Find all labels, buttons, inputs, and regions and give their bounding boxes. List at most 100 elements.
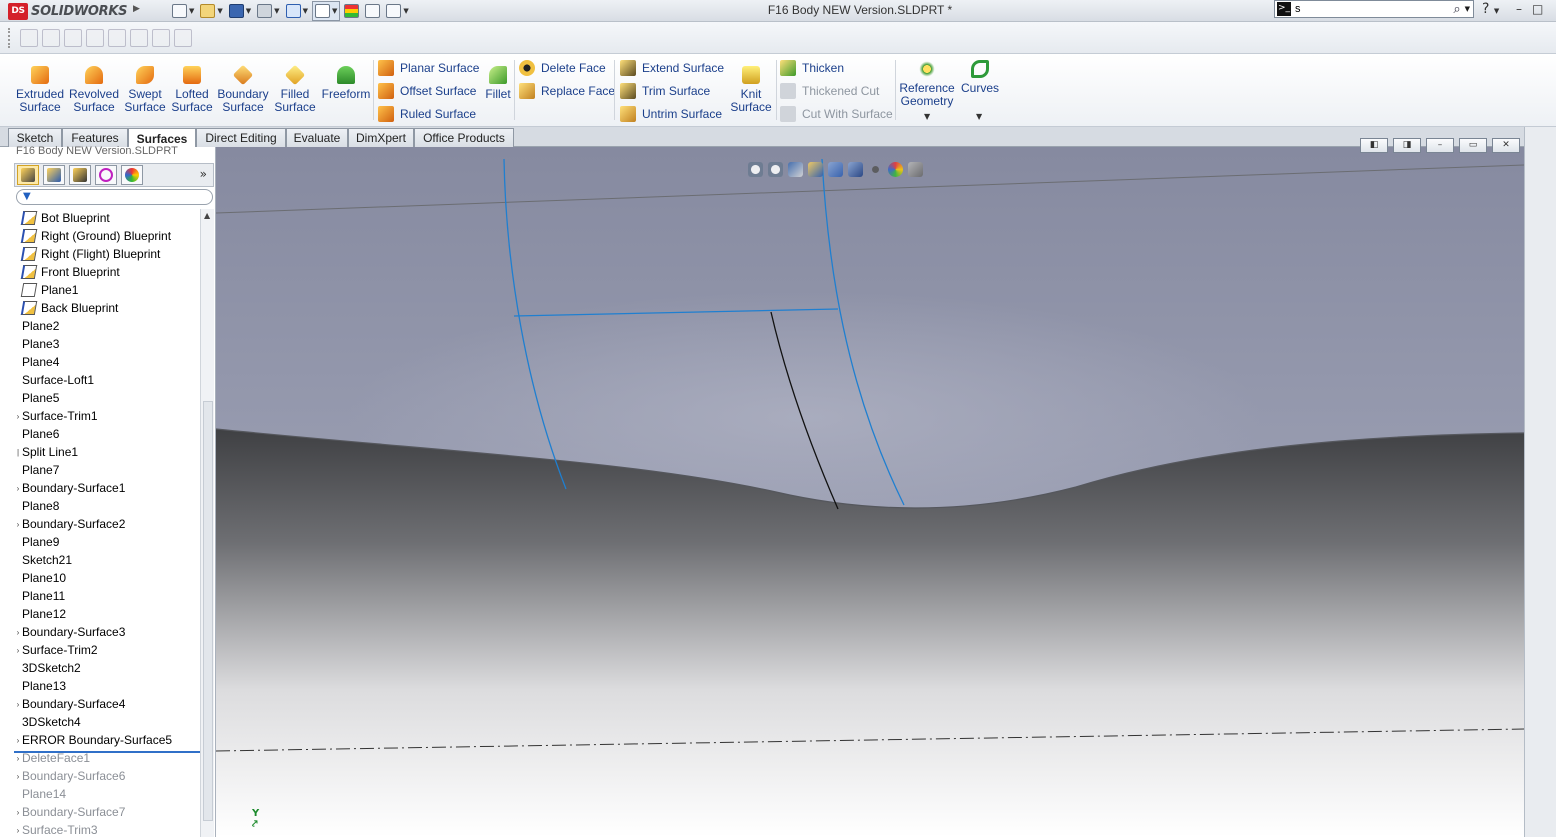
solidworks-logo[interactable]: DS SOLIDWORKS [8,2,127,20]
tree-item[interactable]: Plane2 [14,317,200,335]
tool-icon[interactable] [108,29,126,47]
tree-item[interactable]: Back Blueprint [14,299,200,317]
knit-surface-button[interactable]: Knit Surface [728,66,774,114]
trim-surface-button[interactable]: Trim Surface [620,82,710,100]
section-view-icon[interactable] [808,162,823,177]
tree-item[interactable]: Right (Ground) Blueprint [14,227,200,245]
freeform-button[interactable]: Freeform [322,66,370,101]
tree-item[interactable]: › Boundary-Surface7 [14,803,200,821]
tree-item[interactable]: › Boundary-Surface4 [14,695,200,713]
fillet-button[interactable]: Fillet [484,66,512,101]
tree-item[interactable]: › Surface-Trim1 [14,407,200,425]
tree-item[interactable]: Plane1 [14,281,200,299]
tree-scrollbar[interactable]: ▲ [200,209,214,837]
minimize-doc-button[interactable]: – [1426,138,1454,153]
undo-button[interactable]: ▼ [284,1,310,21]
display-style-icon[interactable] [848,162,863,177]
graphics-area[interactable] [216,147,1524,837]
expand-pane-icon[interactable]: » [200,167,207,181]
feature-tree-tab[interactable] [17,165,39,185]
thicken-button[interactable]: Thicken [780,59,844,77]
zoom-to-fit-icon[interactable] [748,162,763,177]
tree-item[interactable]: Plane7 [14,461,200,479]
tab-dimxpert[interactable]: DimXpert [348,128,414,147]
tree-item[interactable]: 3DSketch2 [14,659,200,677]
rebuild-button[interactable] [342,1,361,21]
split-view-2-icon[interactable]: ◨ [1393,138,1421,153]
tree-item[interactable]: Sketch21 [14,551,200,569]
tool-icon[interactable] [130,29,148,47]
help-button[interactable]: ? ▼ [1482,1,1499,17]
task-pane-strip[interactable] [1524,127,1556,837]
edit-appearance-icon[interactable] [888,162,903,177]
property-manager-tab[interactable] [43,165,65,185]
reference-geometry-button[interactable]: Reference Geometry [899,60,955,108]
tree-item[interactable]: Plane10 [14,569,200,587]
search-icon[interactable]: ⌕ [1453,2,1460,17]
tree-expand-icon[interactable]: › [14,484,22,493]
previous-view-icon[interactable] [788,162,803,177]
dimxpert-manager-tab[interactable] [95,165,117,185]
minimize-button[interactable]: – [1516,2,1522,16]
tree-item[interactable]: Plane13 [14,677,200,695]
tree-expand-icon[interactable]: › [14,736,22,745]
tree-expand-icon[interactable]: › [14,520,22,529]
tree-expand-icon[interactable]: › [14,412,22,421]
tree-expand-icon[interactable]: › [14,772,22,781]
tree-item[interactable]: › Boundary-Surface6 [14,767,200,785]
scroll-up-icon[interactable]: ▲ [204,211,210,220]
zoom-to-area-icon[interactable] [768,162,783,177]
tree-expand-icon[interactable]: › [14,700,22,709]
tool-icon[interactable] [174,29,192,47]
tree-expand-icon[interactable]: › [14,826,22,835]
menu-expand-icon[interactable]: ▶ [133,4,140,14]
tree-item[interactable]: Surface-Loft1 [14,371,200,389]
extend-surface-button[interactable]: Extend Surface [620,59,724,77]
tree-item[interactable]: Plane12 [14,605,200,623]
options-button[interactable]: ▼ [384,1,410,21]
apply-scene-icon[interactable] [908,162,923,177]
tool-icon[interactable] [152,29,170,47]
tree-item[interactable]: › ERROR Boundary-Surface5 [14,731,200,749]
curves-button[interactable]: Curves [958,60,1002,95]
tree-item[interactable]: Plane6 [14,425,200,443]
tree-item[interactable]: › Boundary-Surface3 [14,623,200,641]
tree-filter-input[interactable]: ▼ [16,189,213,205]
planar-surface-button[interactable]: Planar Surface [378,59,479,77]
tab-direct-editing[interactable]: Direct Editing [196,128,286,147]
tool-icon[interactable] [20,29,38,47]
tree-item[interactable]: Plane3 [14,335,200,353]
tree-item[interactable]: Plane5 [14,389,200,407]
tree-item[interactable]: Right (Flight) Blueprint [14,245,200,263]
replace-face-button[interactable]: Replace Face [519,82,615,100]
ruled-surface-button[interactable]: Ruled Surface [378,105,476,123]
restore-doc-button[interactable]: ▭ [1459,138,1487,153]
new-button[interactable]: ▼ [170,1,196,21]
tree-item[interactable]: › Boundary-Surface1 [14,479,200,497]
scrollbar-thumb[interactable] [203,401,213,821]
tree-item[interactable]: Plane4 [14,353,200,371]
open-button[interactable]: ▼ [198,1,224,21]
tree-item[interactable]: Plane9 [14,533,200,551]
tool-icon[interactable] [42,29,60,47]
view-orientation-icon[interactable] [828,162,843,177]
configuration-manager-tab[interactable] [69,165,91,185]
tab-office-products[interactable]: Office Products [414,128,514,147]
tool-icon[interactable] [64,29,82,47]
command-search[interactable]: >_ ⌕ ▼ [1274,0,1474,18]
delete-face-button[interactable]: Delete Face [519,59,606,77]
tree-expand-icon[interactable]: › [14,754,22,763]
close-doc-button[interactable]: ✕ [1492,138,1520,153]
cut-with-surface-button[interactable]: Cut With Surface [780,105,893,123]
tree-expand-icon[interactable]: › [14,808,22,817]
filled-surface-button[interactable]: Filled Surface [272,64,318,114]
tool-icon[interactable] [86,29,104,47]
toolbar-grip[interactable] [8,28,12,48]
lofted-surface-button[interactable]: Lofted Surface [170,66,214,114]
chevron-down-icon[interactable]: ▼ [924,112,930,121]
tree-item[interactable]: › Boundary-Surface2 [14,515,200,533]
tree-root-document[interactable]: F16 Body NEW Version.SLDPRT [16,145,178,157]
tree-item[interactable]: | Split Line1 [14,443,200,461]
extruded-surface-button[interactable]: Extruded Surface [16,66,64,114]
maximize-button[interactable]: □ [1532,2,1543,16]
